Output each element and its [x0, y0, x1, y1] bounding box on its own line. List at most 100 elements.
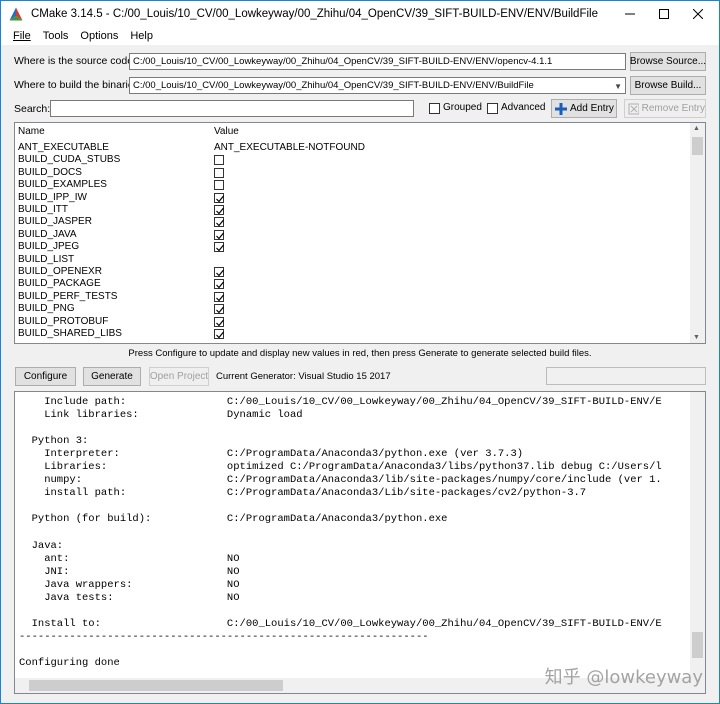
cache-entry-name: BUILD_PERF_TESTS: [18, 290, 118, 302]
table-row[interactable]: BUILD_PACKAGE: [15, 278, 691, 290]
generate-button[interactable]: Generate: [83, 367, 141, 386]
configure-button[interactable]: Configure: [15, 367, 76, 386]
checkmark-icon: [216, 331, 224, 339]
table-row[interactable]: BUILD_PNG: [15, 303, 691, 315]
cache-entry-name: BUILD_PACKAGE: [18, 278, 101, 290]
scroll-thumb[interactable]: [692, 137, 703, 155]
remove-entry-label: Remove Entry: [641, 103, 705, 114]
cache-entry-name: BUILD_JAVA: [18, 228, 77, 240]
table-row[interactable]: BUILD_PROTOBUF: [15, 316, 691, 328]
table-row[interactable]: BUILD_PERF_TESTS: [15, 291, 691, 303]
browse-build-button[interactable]: Browse Build...: [630, 76, 706, 95]
log-text: Include path: C:/00_Louis/10_CV/00_Lowke…: [19, 396, 662, 669]
checkmark-icon: [216, 220, 224, 227]
cache-entry-name: ANT_EXECUTABLE: [18, 142, 109, 153]
table-row[interactable]: BUILD_DOCS: [15, 167, 691, 179]
minimize-button[interactable]: [613, 1, 647, 26]
checked-checkbox[interactable]: [214, 205, 224, 215]
window-title: CMake 3.14.5 - C:/00_Louis/10_CV/00_Lowk…: [31, 7, 598, 20]
cache-entry-name: BUILD_OPENEXR: [18, 266, 102, 277]
build-label: Where to build the binaries:: [14, 79, 142, 91]
browse-source-button[interactable]: Browse Source...: [630, 52, 706, 71]
table-row[interactable]: BUILD_JAVA: [15, 229, 691, 241]
log-vscroll-thumb[interactable]: [692, 632, 703, 658]
checkmark-icon: [216, 232, 224, 240]
search-input[interactable]: [50, 100, 414, 117]
remove-icon: [628, 103, 639, 114]
add-entry-label: Add Entry: [570, 103, 614, 114]
log-vertical-scrollbar[interactable]: [690, 392, 705, 678]
build-path-combobox[interactable]: C:/00_Louis/10_CV/00_Lowkeyway/00_Zhihu/…: [129, 77, 626, 94]
scroll-up-icon[interactable]: ▲: [693, 125, 700, 132]
checked-checkbox[interactable]: [214, 217, 224, 228]
grouped-label: Grouped: [443, 102, 482, 113]
source-label: Where is the source code:: [14, 55, 136, 67]
cache-entry-name: BUILD_PROTOBUF: [18, 315, 109, 327]
minimize-icon: [625, 13, 635, 14]
table-row[interactable]: BUILD_IPP_IW: [15, 192, 691, 204]
checkmark-icon: [216, 269, 224, 277]
remove-entry-button[interactable]: Remove Entry: [624, 99, 706, 118]
table-row[interactable]: BUILD_LIST: [15, 254, 691, 266]
source-path-input[interactable]: C:/00_Louis/10_CV/00_Lowkeyway/00_Zhihu/…: [129, 53, 626, 70]
table-row[interactable]: BUILD_CUDA_STUBS: [15, 154, 691, 166]
checked-checkbox[interactable]: [214, 316, 224, 327]
cache-table: Name Value ANT_EXECUTABLE ANT_EXECUTABLE-…: [14, 122, 706, 344]
menu-bar: File Tools Options Help: [1, 26, 719, 45]
table-row[interactable]: BUILD_SHARED_LIBS: [15, 328, 691, 340]
menu-file[interactable]: File: [7, 30, 37, 42]
unchecked-checkbox[interactable]: [214, 155, 224, 166]
cache-entry-name: BUILD_ITT: [18, 204, 69, 215]
table-row[interactable]: BUILD_JPEG: [15, 241, 691, 253]
checked-checkbox[interactable]: [214, 279, 224, 290]
grouped-checkbox[interactable]: [429, 103, 440, 114]
unchecked-checkbox[interactable]: [214, 180, 224, 191]
menu-options[interactable]: Options: [74, 30, 124, 42]
table-row[interactable]: BUILD_OPENEXR: [15, 266, 691, 278]
table-row[interactable]: ANT_EXECUTABLE ANT_EXECUTABLE-NOTFOUND: [15, 142, 691, 154]
close-button[interactable]: [681, 1, 715, 26]
checked-checkbox[interactable]: [214, 229, 224, 240]
checked-checkbox[interactable]: [214, 242, 224, 253]
table-row[interactable]: BUILD_EXAMPLES: [15, 179, 691, 191]
checkmark-icon: [216, 306, 224, 314]
checked-checkbox[interactable]: [214, 304, 224, 315]
unchecked-checkbox[interactable]: [214, 167, 224, 178]
build-path-value: C:/00_Louis/10_CV/00_Lowkeyway/00_Zhihu/…: [133, 80, 534, 91]
cache-entry-name: BUILD_SHARED_LIBS: [18, 328, 122, 339]
search-label: Search:: [14, 103, 51, 115]
menu-tools[interactable]: Tools: [37, 30, 75, 42]
checked-checkbox[interactable]: [214, 329, 224, 339]
table-row[interactable]: BUILD_ITT: [15, 204, 691, 216]
cache-entry-value[interactable]: ANT_EXECUTABLE-NOTFOUND: [214, 142, 365, 154]
checkmark-icon: [216, 244, 224, 252]
column-header-name[interactable]: Name: [18, 123, 45, 141]
menu-help[interactable]: Help: [124, 30, 159, 42]
checked-checkbox[interactable]: [214, 192, 224, 203]
chevron-down-icon[interactable]: ▼: [614, 79, 622, 93]
add-entry-button[interactable]: Add Entry: [551, 99, 617, 118]
maximize-icon: [659, 8, 669, 19]
checked-checkbox[interactable]: [214, 291, 224, 302]
scroll-down-icon[interactable]: ▼: [693, 334, 700, 341]
cache-entry-name: BUILD_IPP_IW: [18, 191, 87, 203]
current-generator: Current Generator: Visual Studio 15 2017: [216, 371, 391, 382]
table-row[interactable]: BUILD_JASPER: [15, 216, 691, 228]
open-project-button[interactable]: Open Project: [149, 367, 209, 386]
checked-checkbox[interactable]: [214, 267, 224, 277]
checkmark-icon: [216, 207, 224, 215]
table-scrollbar[interactable]: ▲ ▼: [690, 123, 705, 343]
watermark-text: 知乎 @lowkeyway: [544, 667, 703, 688]
cache-entry-name: BUILD_EXAMPLES: [18, 179, 107, 191]
column-header-value[interactable]: Value: [214, 123, 239, 141]
title-bar: CMake 3.14.5 - C:/00_Louis/10_CV/00_Lowk…: [1, 1, 719, 26]
checkmark-icon: [216, 319, 224, 326]
close-icon: [693, 8, 703, 19]
cache-entry-name: BUILD_DOCS: [18, 166, 82, 178]
main-content: Where is the source code: C:/00_Louis/10…: [1, 45, 719, 703]
checkmark-icon: [216, 195, 224, 202]
log-hscroll-thumb[interactable]: [29, 680, 283, 691]
cache-entry-name: BUILD_JPEG: [18, 241, 80, 253]
maximize-button[interactable]: [647, 1, 681, 26]
advanced-checkbox[interactable]: [487, 103, 498, 114]
